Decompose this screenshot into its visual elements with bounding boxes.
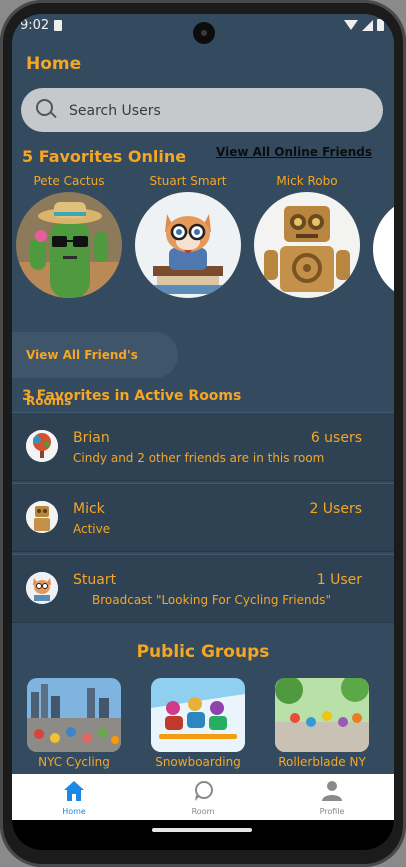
search-icon bbox=[36, 99, 53, 116]
rollerblade-image bbox=[275, 678, 369, 752]
search-bar[interactable] bbox=[21, 88, 383, 132]
room-name: Stuart bbox=[73, 572, 117, 588]
friend-card[interactable]: Stuart Smart bbox=[133, 174, 243, 298]
friend-card[interactable]: Pete Cactus bbox=[14, 174, 124, 298]
robot-avatar-icon[interactable] bbox=[254, 192, 360, 298]
group-card[interactable]: NYC Cycling bbox=[12, 678, 136, 769]
room-name: Mick bbox=[73, 501, 105, 517]
tab-profile[interactable]: Profile bbox=[270, 774, 394, 820]
tree-avatar-icon bbox=[26, 430, 58, 462]
status-bar: 9:02 bbox=[12, 14, 394, 44]
view-all-online-link[interactable]: View All Online Friends bbox=[216, 145, 372, 159]
tab-label: Profile bbox=[319, 807, 345, 816]
room-user-count: 2 Users bbox=[309, 501, 362, 517]
friend-name: Pete Cactus bbox=[33, 174, 105, 188]
room-user-count: 6 users bbox=[310, 430, 362, 446]
cycling-image bbox=[27, 678, 121, 752]
cell-signal-icon bbox=[362, 19, 373, 31]
room-row[interactable]: Brian 6 users Cindy and 2 other friends … bbox=[12, 412, 394, 481]
group-name: Rollerblade NY bbox=[278, 755, 366, 769]
snowboarding-image bbox=[151, 678, 245, 752]
active-rooms-title: 3 Favorites in Active Rooms bbox=[22, 388, 242, 404]
tab-label: Room bbox=[191, 807, 215, 816]
cactus-avatar-icon[interactable] bbox=[16, 192, 122, 298]
sim-icon bbox=[54, 20, 62, 31]
front-camera bbox=[193, 22, 215, 44]
active-rooms-list: Brian 6 users Cindy and 2 other friends … bbox=[12, 412, 394, 625]
room-user-count: 1 User bbox=[316, 572, 362, 588]
group-card[interactable]: Snowboarding bbox=[136, 678, 260, 769]
room-status: Cindy and 2 other friends are in this ro… bbox=[73, 451, 325, 465]
favorites-online-title: 5 Favorites Online bbox=[22, 147, 187, 166]
chat-bubble-icon bbox=[195, 781, 213, 801]
favorites-carousel[interactable]: Pete Cactus Stuart Smart Mick Robo bbox=[12, 174, 394, 304]
cat-avatar-icon bbox=[26, 572, 58, 604]
room-status: Active bbox=[73, 522, 111, 536]
gesture-area bbox=[12, 820, 394, 850]
room-status: Broadcast "Looking For Cycling Friends" bbox=[92, 593, 331, 607]
room-row[interactable]: Mick 2 Users Active bbox=[12, 483, 394, 552]
friend-card[interactable]: Mick Robo bbox=[252, 174, 362, 298]
group-name: NYC Cycling bbox=[38, 755, 110, 769]
friend-name: Stuart Smart bbox=[149, 174, 227, 188]
person-icon bbox=[322, 781, 342, 801]
home-indicator[interactable] bbox=[152, 828, 252, 832]
tab-home[interactable]: Home bbox=[12, 774, 136, 820]
robot-avatar-icon bbox=[26, 501, 58, 533]
view-all-rooms-button[interactable]: View All Friend's Rooms bbox=[12, 332, 178, 408]
battery-icon bbox=[377, 19, 384, 31]
search-input[interactable] bbox=[67, 98, 361, 124]
group-name: Snowboarding bbox=[155, 755, 241, 769]
tab-room[interactable]: Room bbox=[141, 774, 265, 820]
wifi-icon bbox=[344, 20, 358, 30]
phone-frame: 9:02 Home 5 Favorites Online View All On… bbox=[0, 0, 406, 867]
tab-label: Home bbox=[62, 807, 86, 816]
app-screen: 9:02 Home 5 Favorites Online View All On… bbox=[12, 14, 394, 850]
room-row[interactable]: Stuart 1 User Broadcast "Looking For Cyc… bbox=[12, 554, 394, 623]
friend-card-partial[interactable] bbox=[371, 174, 394, 302]
status-time: 9:02 bbox=[20, 18, 50, 33]
friend-avatar[interactable] bbox=[373, 196, 394, 302]
group-card[interactable]: Rollerblade NY bbox=[260, 678, 384, 769]
status-icons bbox=[344, 19, 384, 31]
bottom-tab-bar: Home Room Profile bbox=[12, 774, 394, 820]
home-icon bbox=[64, 781, 84, 801]
room-name: Brian bbox=[73, 430, 110, 446]
friend-name: Mick Robo bbox=[276, 174, 338, 188]
public-groups-title: Public Groups bbox=[136, 642, 270, 662]
public-groups-carousel[interactable]: NYC Cycling Snowboarding Rollerblade NY bbox=[12, 678, 394, 772]
page-title: Home bbox=[26, 54, 82, 74]
cat-avatar-icon[interactable] bbox=[135, 192, 241, 298]
